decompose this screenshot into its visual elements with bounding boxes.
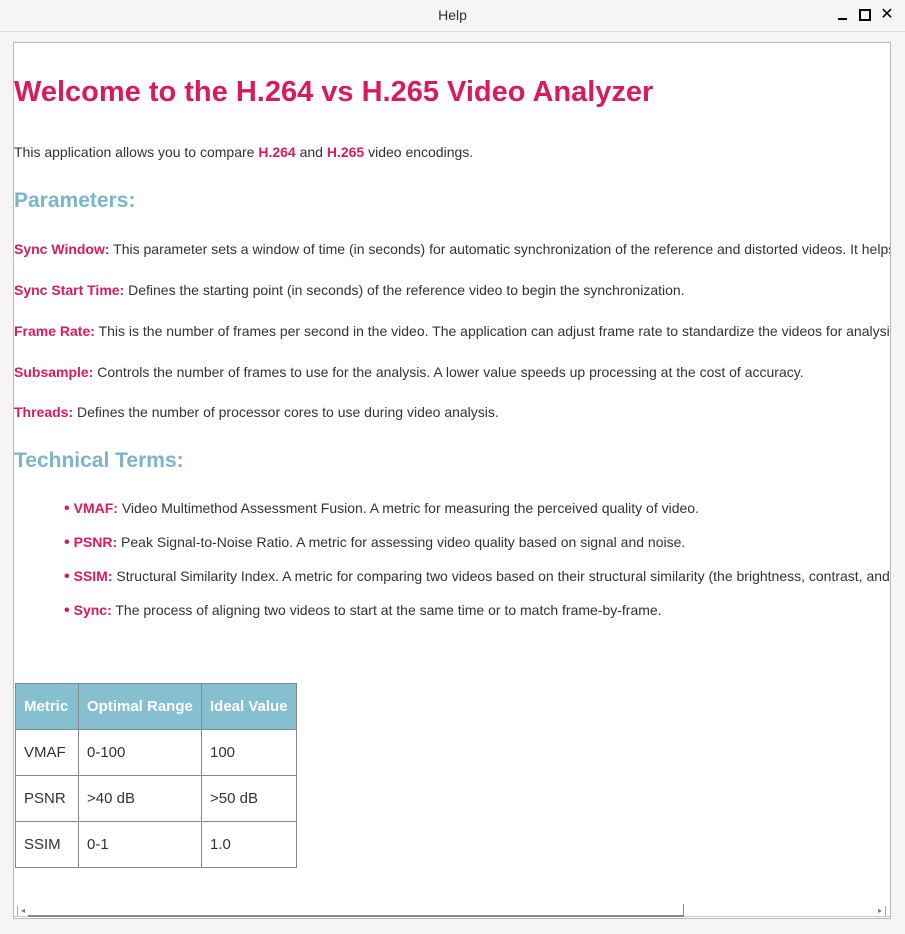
intro-paragraph: This application allows you to compare H… (14, 144, 473, 160)
cell-ideal-value: 100 (201, 729, 297, 776)
window-title: Help (438, 7, 467, 23)
bullet-icon: • (64, 568, 70, 585)
param-threads: Threads: Defines the number of processor… (14, 404, 499, 420)
cell-ideal-value: 1.0 (201, 821, 297, 868)
scrollbar-thumb[interactable] (28, 915, 684, 917)
param-sync-window: Sync Window: This parameter sets a windo… (14, 241, 891, 257)
param-desc: Controls the number of frames to use for… (93, 364, 804, 380)
term-psnr: • PSNR: Peak Signal-to-Noise Ratio. A met… (64, 534, 685, 552)
scrollbar-thumb-end[interactable] (683, 904, 684, 917)
title-bar: Help ✕ (0, 0, 905, 32)
table-row: VMAF 0-100 100 (15, 729, 297, 776)
intro-text-before: This application allows you to compare (14, 144, 259, 160)
cell-optimal-range: >40 dB (78, 775, 202, 822)
term-desc: Peak Signal-to-Noise Ratio. A metric for… (117, 534, 686, 550)
param-desc: This is the number of frames per second … (94, 323, 891, 339)
param-desc: This parameter sets a window of time (in… (109, 241, 891, 257)
close-button[interactable]: ✕ (879, 7, 895, 23)
minimize-button[interactable] (834, 7, 850, 23)
metrics-table: Metric Optimal Range Ideal Value VMAF 0-… (15, 683, 297, 868)
term-ssim: • SSIM: Structural Similarity Index. A me… (64, 568, 890, 586)
param-desc: Defines the number of processor cores to… (73, 404, 499, 420)
minimize-icon (837, 18, 847, 20)
param-name: Sync Start Time: (14, 282, 125, 298)
bullet-icon: • (64, 500, 70, 517)
cell-optimal-range: 0-1 (78, 821, 202, 868)
cell-optimal-range: 0-100 (78, 729, 202, 776)
term-vmaf: • VMAF: Video Multimethod Assessment Fusi… (64, 500, 699, 518)
table-row: PSNR >40 dB >50 dB (15, 775, 297, 822)
table-header-row: Metric Optimal Range Ideal Value (15, 683, 297, 730)
cell-metric: PSNR (15, 775, 79, 822)
term-desc: Video Multimethod Assessment Fusion. A m… (117, 500, 699, 516)
column-header-optimal-range: Optimal Range (78, 683, 202, 730)
help-window: Help ✕ Welcome to the H.264 vs H.265 Vid… (0, 0, 905, 934)
intro-text-middle: and (295, 144, 327, 160)
param-desc: Defines the starting point (in seconds) … (124, 282, 685, 298)
param-sync-start-time: Sync Start Time: Defines the starting po… (14, 282, 685, 298)
parameters-heading: Parameters: (14, 189, 136, 212)
term-name: SSIM: (73, 568, 113, 584)
param-subsample: Subsample: Controls the number of frames… (14, 364, 804, 380)
scroll-right-arrow-icon[interactable]: ▸ (875, 906, 886, 916)
cell-metric: VMAF (15, 729, 79, 776)
technical-terms-heading: Technical Terms: (14, 449, 184, 472)
column-header-ideal-value: Ideal Value (201, 683, 297, 730)
horizontal-scrollbar[interactable]: ◂ ▸ (14, 904, 890, 918)
term-sync: • Sync: The process of aligning two video… (64, 602, 662, 620)
codec-h265: H.265 (326, 144, 365, 160)
maximize-button[interactable] (857, 7, 873, 23)
term-desc: Structural Similarity Index. A metric fo… (112, 568, 890, 584)
cell-metric: SSIM (15, 821, 79, 868)
param-name: Frame Rate: (14, 323, 95, 339)
param-name: Sync Window: (14, 241, 110, 257)
term-desc: The process of aligning two videos to st… (111, 602, 662, 618)
codec-h264: H.264 (258, 144, 296, 160)
maximize-icon (859, 9, 871, 21)
term-name: PSNR: (73, 534, 118, 550)
table-row: SSIM 0-1 1.0 (15, 821, 297, 868)
term-name: Sync: (73, 602, 112, 618)
help-content-view[interactable]: Welcome to the H.264 vs H.265 Video Anal… (13, 42, 891, 919)
scroll-left-arrow-icon[interactable]: ◂ (17, 906, 28, 916)
bullet-icon: • (64, 602, 70, 619)
cell-ideal-value: >50 dB (201, 775, 297, 822)
term-name: VMAF: (73, 500, 118, 516)
page-title: Welcome to the H.264 vs H.265 Video Anal… (14, 76, 654, 108)
param-frame-rate: Frame Rate: This is the number of frames… (14, 323, 891, 339)
param-name: Threads: (14, 404, 74, 420)
param-name: Subsample: (14, 364, 94, 380)
column-header-metric: Metric (15, 683, 79, 730)
close-icon: ✕ (880, 6, 894, 23)
intro-text-after: video encodings. (364, 144, 474, 160)
bullet-icon: • (64, 534, 70, 551)
